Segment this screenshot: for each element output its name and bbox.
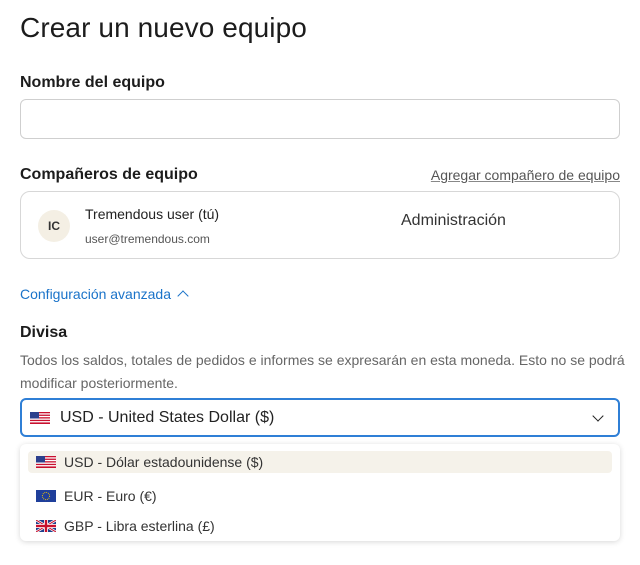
page-title: Crear un nuevo equipo (20, 12, 307, 43)
currency-option-gbp[interactable]: GBP - Libra esterlina (£) (28, 511, 612, 541)
currency-option-usd[interactable]: USD - Dólar estadounidense ($) (28, 451, 612, 473)
team-name-label: Nombre del equipo (20, 74, 165, 91)
currency-dropdown: USD - Dólar estadounidense ($) EUR - Eur… (20, 444, 620, 541)
currency-select[interactable]: USD - United States Dollar ($) (20, 398, 620, 437)
currency-select-value: USD - United States Dollar ($) (60, 408, 275, 426)
teammate-role: Administración (401, 212, 506, 229)
us-flag-icon (30, 411, 50, 424)
currency-option-label: EUR - Euro (€) (64, 488, 157, 504)
teammate-email: user@tremendous.com (85, 232, 210, 246)
add-teammate-link[interactable]: Agregar compañero de equipo (431, 167, 620, 183)
advanced-settings-toggle[interactable]: Configuración avanzada (20, 286, 189, 302)
teammate-card: IC Tremendous user (tú) user@tremendous.… (20, 191, 620, 259)
uk-flag-icon (36, 520, 56, 532)
currency-option-label: GBP - Libra esterlina (£) (64, 518, 215, 534)
eu-flag-icon (36, 490, 56, 502)
chevron-up-icon (177, 290, 189, 302)
team-name-input[interactable] (20, 99, 620, 139)
chevron-down-icon (592, 410, 604, 422)
currency-option-eur[interactable]: EUR - Euro (€) (28, 481, 612, 511)
avatar: IC (38, 210, 70, 242)
advanced-settings-label: Configuración avanzada (20, 286, 171, 302)
teammates-label: Compañeros de equipo (20, 166, 198, 183)
currency-label: Divisa (20, 324, 68, 341)
currency-help-text: Todos los saldos, totales de pedidos e i… (20, 352, 625, 391)
us-flag-icon (36, 456, 56, 468)
teammate-name: Tremendous user (tú) (85, 206, 220, 222)
currency-option-label: USD - Dólar estadounidense ($) (64, 454, 264, 470)
